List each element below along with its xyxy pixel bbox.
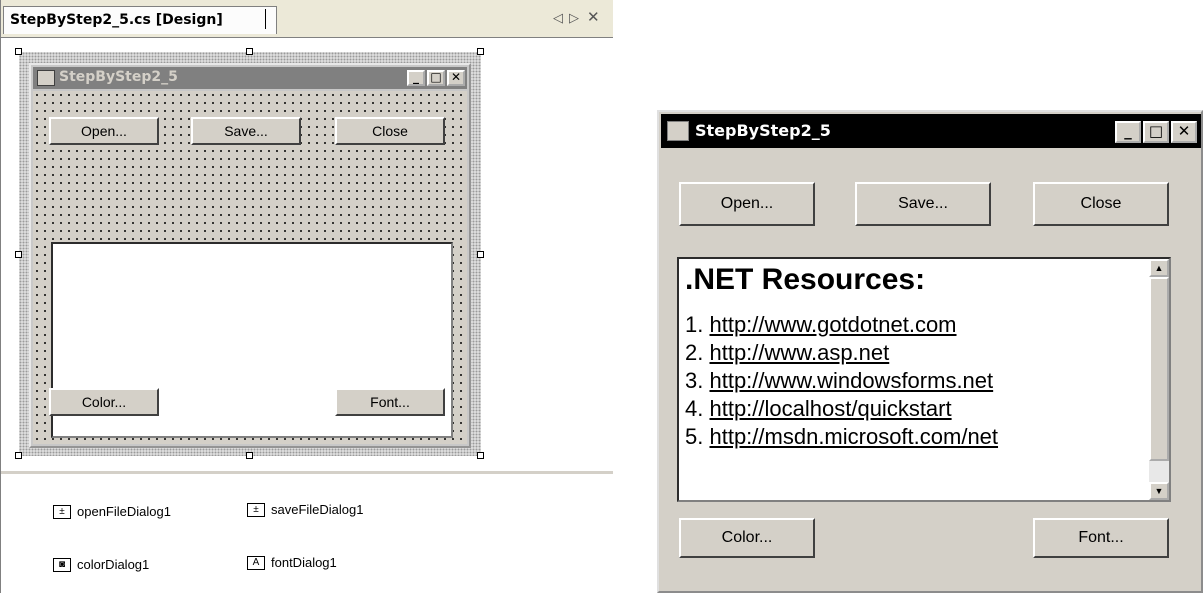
- design-form[interactable]: StepByStep2_5 _ □ ✕ Open... Save... Clos…: [29, 63, 471, 448]
- component-save-file-dialog[interactable]: ± saveFileDialog1: [247, 502, 364, 517]
- design-color-button[interactable]: Color...: [49, 388, 159, 416]
- resource-link[interactable]: http://localhost/quickstart: [709, 396, 951, 421]
- resource-link[interactable]: http://www.asp.net: [709, 340, 889, 365]
- component-color-dialog[interactable]: ◙ colorDialog1: [53, 557, 149, 572]
- design-font-button[interactable]: Font...: [335, 388, 445, 416]
- list-number: 5.: [685, 424, 704, 449]
- close-icon: ✕: [447, 70, 465, 86]
- save-file-dialog-icon: ±: [247, 502, 265, 517]
- open-file-dialog-icon: ±: [53, 504, 71, 519]
- design-color-label: Color...: [81, 394, 127, 410]
- component-label: fontDialog1: [271, 555, 337, 570]
- design-font-label: Font...: [370, 394, 410, 410]
- runtime-window: StepByStep2_5 _ □ ✕ Open... Save... Clos…: [657, 110, 1203, 593]
- font-button[interactable]: Font...: [1033, 518, 1169, 558]
- vertical-scrollbar[interactable]: ▲ ▼: [1149, 259, 1169, 500]
- design-form-titlebar: StepByStep2_5 _ □ ✕: [33, 67, 467, 89]
- tab-design-document[interactable]: StepByStep2_5.cs [Design]: [3, 6, 277, 34]
- resource-link[interactable]: http://www.gotdotnet.com: [709, 312, 956, 337]
- document-tabstrip: StepByStep2_5.cs [Design] ◁ ▷ ✕: [1, 0, 613, 38]
- resource-link[interactable]: http://www.windowsforms.net: [709, 368, 993, 393]
- runtime-window-title: StepByStep2_5: [695, 121, 831, 140]
- close-label: Close: [1080, 195, 1122, 212]
- list-number: 1.: [685, 312, 704, 337]
- runtime-titlebar[interactable]: StepByStep2_5 _ □ ✕: [661, 114, 1201, 148]
- scroll-down-icon[interactable]: ▼: [1149, 482, 1169, 500]
- design-surface[interactable]: StepByStep2_5 _ □ ✕ Open... Save... Clos…: [1, 38, 613, 471]
- color-label: Color...: [721, 529, 773, 546]
- close-icon[interactable]: ✕: [1171, 121, 1197, 143]
- design-open-button[interactable]: Open...: [49, 117, 159, 145]
- maximize-icon[interactable]: □: [1143, 121, 1169, 143]
- resource-link[interactable]: http://msdn.microsoft.com/net: [709, 424, 998, 449]
- list-item: 3. http://www.windowsforms.net: [685, 367, 1139, 395]
- scroll-left-icon[interactable]: ◁: [553, 10, 563, 26]
- form-app-icon: [37, 70, 55, 86]
- design-form-title: StepByStep2_5: [59, 69, 178, 85]
- design-form-client: Open... Save... Close Color... Font...: [33, 91, 467, 444]
- color-dialog-icon: ◙: [53, 557, 71, 572]
- list-item: 5. http://msdn.microsoft.com/net: [685, 423, 1139, 451]
- window-app-icon: [667, 121, 689, 141]
- tab-separator: [265, 9, 266, 29]
- component-label: saveFileDialog1: [271, 502, 364, 517]
- minimize-icon[interactable]: _: [1115, 121, 1141, 143]
- close-tab-icon[interactable]: ✕: [587, 8, 600, 26]
- font-label: Font...: [1078, 529, 1124, 546]
- resize-handle-w[interactable]: [15, 251, 22, 258]
- font-dialog-icon: A: [247, 555, 265, 570]
- resize-handle-s[interactable]: [246, 452, 253, 459]
- resize-handle-sw[interactable]: [15, 452, 22, 459]
- list-number: 2.: [685, 340, 704, 365]
- design-open-label: Open...: [81, 123, 127, 139]
- save-label: Save...: [898, 195, 948, 212]
- scroll-right-icon[interactable]: ▷: [569, 10, 579, 26]
- resize-handle-n[interactable]: [246, 48, 253, 55]
- component-font-dialog[interactable]: A fontDialog1: [247, 555, 337, 570]
- designer-pane: StepByStep2_5.cs [Design] ◁ ▷ ✕ StepBySt…: [0, 0, 613, 596]
- design-save-button[interactable]: Save...: [191, 117, 301, 145]
- scroll-up-icon[interactable]: ▲: [1149, 259, 1169, 277]
- resize-handle-e[interactable]: [477, 251, 484, 258]
- close-button[interactable]: Close: [1033, 182, 1169, 226]
- richtext-content: .NET Resources: 1. http://www.gotdotnet.…: [685, 263, 1139, 451]
- scroll-thumb[interactable]: [1149, 277, 1169, 461]
- open-button[interactable]: Open...: [679, 182, 815, 226]
- tab-title: StepByStep2_5.cs [Design]: [10, 12, 223, 28]
- resources-richtextbox[interactable]: .NET Resources: 1. http://www.gotdotnet.…: [677, 257, 1171, 502]
- list-number: 3.: [685, 368, 704, 393]
- resize-handle-nw[interactable]: [15, 48, 22, 55]
- resize-handle-ne[interactable]: [477, 48, 484, 55]
- design-save-label: Save...: [224, 123, 268, 139]
- minimize-icon: _: [407, 70, 425, 86]
- color-button[interactable]: Color...: [679, 518, 815, 558]
- list-item: 1. http://www.gotdotnet.com: [685, 311, 1139, 339]
- component-label: openFileDialog1: [77, 504, 171, 519]
- component-open-file-dialog[interactable]: ± openFileDialog1: [53, 504, 171, 519]
- list-item: 4. http://localhost/quickstart: [685, 395, 1139, 423]
- component-tray: ± openFileDialog1 ± saveFileDialog1 ◙ co…: [1, 471, 613, 596]
- save-button[interactable]: Save...: [855, 182, 991, 226]
- list-item: 2. http://www.asp.net: [685, 339, 1139, 367]
- component-label: colorDialog1: [77, 557, 150, 572]
- design-close-button[interactable]: Close: [335, 117, 445, 145]
- resources-heading: .NET Resources:: [685, 263, 926, 296]
- list-number: 4.: [685, 396, 704, 421]
- design-close-label: Close: [372, 123, 408, 139]
- maximize-icon: □: [427, 70, 445, 86]
- open-label: Open...: [720, 195, 774, 212]
- resize-handle-se[interactable]: [477, 452, 484, 459]
